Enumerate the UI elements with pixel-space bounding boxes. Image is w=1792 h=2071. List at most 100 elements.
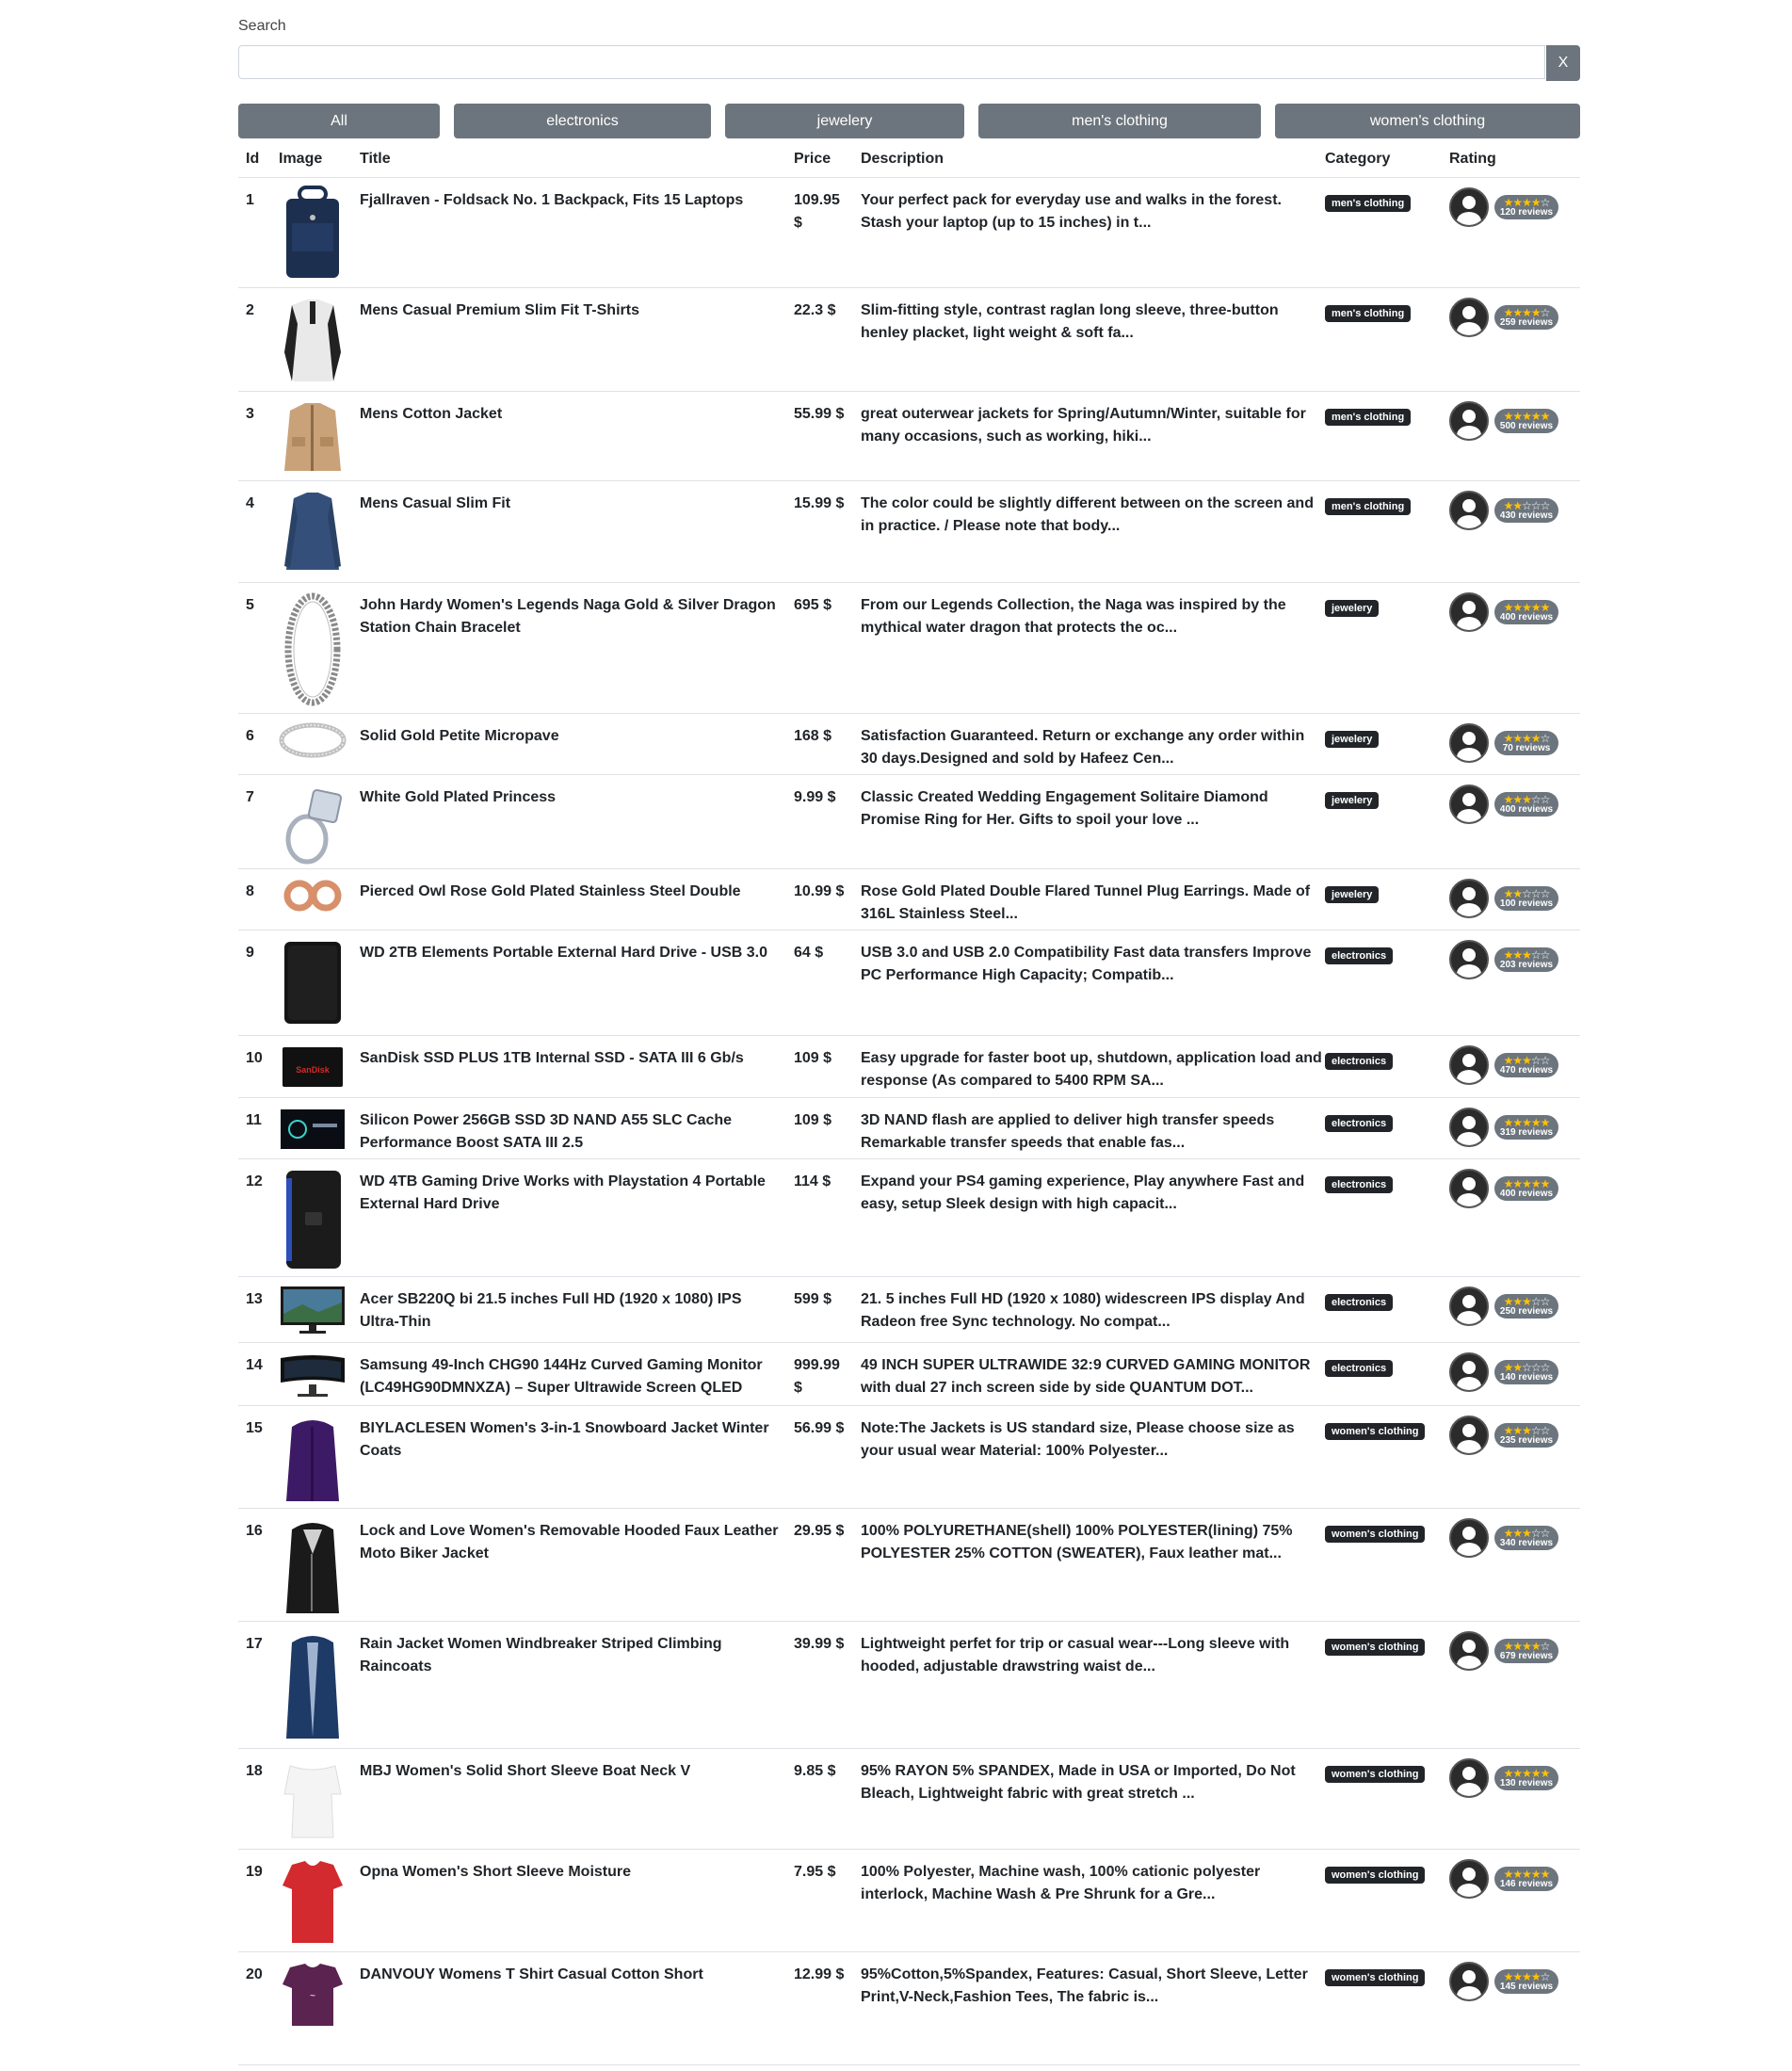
table-row[interactable]: 15 BIYLACLESEN Women's 3-in-1 Snowboard … — [238, 1405, 1580, 1509]
user-avatar-icon — [1449, 1758, 1489, 1798]
rating-cell: ★★★★★ 146 reviews — [1449, 1859, 1558, 1899]
category-badge: electronics — [1325, 1053, 1394, 1070]
star-rating: ★★☆☆☆ — [1504, 500, 1551, 511]
product-image — [279, 296, 347, 385]
review-count: 340 reviews — [1499, 1537, 1554, 1548]
product-id: 4 — [246, 495, 254, 511]
category-badge-cell: women's clothing — [1325, 1863, 1426, 1885]
star-rating: ★★★☆☆ — [1504, 794, 1551, 805]
review-count: 259 reviews — [1499, 316, 1554, 328]
table-row[interactable]: 8 Pierced Owl Rose Gold Plated Stainless… — [238, 868, 1580, 930]
table-row[interactable]: 19 Opna Women's Short Sleeve Moisture 7.… — [238, 1849, 1580, 1952]
product-image — [279, 1106, 347, 1153]
category-badge: jewelery — [1325, 792, 1380, 809]
product-price: 10.99 $ — [794, 883, 845, 899]
review-count: 203 reviews — [1499, 959, 1554, 970]
product-description: Lightweight perfet for trip or casual we… — [861, 1636, 1290, 1675]
rating-badge: ★★★★★ 319 reviews — [1494, 1115, 1558, 1140]
category-badge: electronics — [1325, 1294, 1394, 1311]
star-rating: ★★★★★ — [1504, 411, 1551, 422]
table-row[interactable]: 16 Lock and Love Women's Removable Hoode… — [238, 1508, 1580, 1622]
table-row[interactable]: 7 White Gold Plated Princess 9.99 $ Clas… — [238, 774, 1580, 869]
rating-cell: ★★☆☆☆ 100 reviews — [1449, 879, 1558, 918]
product-id: 6 — [246, 728, 254, 744]
rating-badge: ★★★★★ 500 reviews — [1494, 409, 1558, 433]
table-row[interactable]: 18 MBJ Women's Solid Short Sleeve Boat N… — [238, 1748, 1580, 1850]
product-price: 168 $ — [794, 728, 832, 744]
rating-cell: ★★★☆☆ 235 reviews — [1449, 1416, 1558, 1455]
table-row[interactable]: 2 Mens Casual Premium Slim Fit T-Shirts … — [238, 287, 1580, 392]
table-row[interactable]: 1 Fjallraven - Foldsack No. 1 Backpack, … — [238, 177, 1580, 288]
category-badge: women's clothing — [1325, 1423, 1426, 1440]
product-title: Pierced Owl Rose Gold Plated Stainless S… — [360, 883, 741, 899]
table-row[interactable]: 13 Acer SB220Q bi 21.5 inches Full HD (1… — [238, 1276, 1580, 1343]
search-bar: X — [238, 45, 1580, 81]
rating-cell: ★★★☆☆ 400 reviews — [1449, 785, 1558, 824]
product-description: Note:The Jackets is US standard size, Pl… — [861, 1420, 1295, 1459]
product-image — [279, 783, 347, 867]
product-price: 64 $ — [794, 945, 824, 961]
star-rating: ★★★★☆ — [1504, 733, 1551, 744]
column-header-id: Id — [246, 151, 260, 167]
category-badge-cell: women's clothing — [1325, 1635, 1426, 1658]
category-badge-cell: electronics — [1325, 1049, 1394, 1072]
product-image — [279, 489, 347, 574]
product-id: 15 — [246, 1420, 263, 1436]
filter-jewelery-button[interactable]: jewelery — [725, 104, 964, 138]
product-price: 109 $ — [794, 1050, 832, 1066]
category-badge: men's clothing — [1325, 195, 1412, 212]
product-description: 95% RAYON 5% SPANDEX, Made in USA or Imp… — [861, 1763, 1296, 1802]
table-row[interactable]: 14 Samsung 49-Inch CHG90 144Hz Curved Ga… — [238, 1342, 1580, 1406]
star-rating: ★★★☆☆ — [1504, 1296, 1551, 1307]
review-count: 100 reviews — [1499, 898, 1554, 909]
star-rating: ★★★★★ — [1504, 602, 1551, 613]
table-row[interactable]: 6 Solid Gold Petite Micropave 168 $ Sati… — [238, 713, 1580, 775]
search-input[interactable] — [238, 45, 1545, 79]
category-badge: men's clothing — [1325, 409, 1412, 426]
filter-mens-clothing-button[interactable]: men's clothing — [978, 104, 1261, 138]
table-row[interactable]: 9 WD 2TB Elements Portable External Hard… — [238, 930, 1580, 1036]
rating-badge: ★★★★★ 146 reviews — [1494, 1867, 1558, 1891]
rating-badge: ★★★☆☆ 470 reviews — [1494, 1053, 1558, 1077]
table-row[interactable]: 12 WD 4TB Gaming Drive Works with Playst… — [238, 1158, 1580, 1277]
product-price: 695 $ — [794, 597, 832, 613]
column-header-title: Title — [360, 151, 391, 167]
product-price: 15.99 $ — [794, 495, 845, 511]
table-row[interactable]: 10 SanDisk SanDisk SSD PLUS 1TB Internal… — [238, 1035, 1580, 1098]
review-count: 120 reviews — [1499, 206, 1554, 218]
product-title: MBJ Women's Solid Short Sleeve Boat Neck… — [360, 1763, 691, 1779]
product-image — [279, 591, 347, 708]
category-badge-cell: men's clothing — [1325, 405, 1412, 428]
product-title: Rain Jacket Women Windbreaker Striped Cl… — [360, 1636, 722, 1675]
product-price: 22.3 $ — [794, 302, 836, 318]
table-row[interactable]: 20 ~ DANVOUY Womens T Shirt Casual Cotto… — [238, 1951, 1580, 2065]
product-price: 599 $ — [794, 1291, 832, 1307]
review-count: 470 reviews — [1499, 1064, 1554, 1076]
product-title: John Hardy Women's Legends Naga Gold & S… — [360, 597, 776, 636]
clear-search-button[interactable]: X — [1546, 45, 1580, 81]
star-rating: ★★★★☆ — [1504, 307, 1551, 318]
rating-badge: ★★★★☆ 259 reviews — [1494, 305, 1558, 330]
category-badge: men's clothing — [1325, 305, 1412, 322]
product-image — [279, 186, 347, 280]
product-id: 14 — [246, 1357, 263, 1373]
table-row[interactable]: 3 Mens Cotton Jacket 55.99 $ great outer… — [238, 391, 1580, 481]
table-row[interactable]: 4 Mens Casual Slim Fit 15.99 $ The color… — [238, 480, 1580, 583]
product-description: USB 3.0 and USB 2.0 Compatibility Fast d… — [861, 945, 1312, 983]
product-id: 1 — [246, 192, 254, 208]
category-badge: electronics — [1325, 947, 1394, 964]
filter-womens-clothing-button[interactable]: women's clothing — [1275, 104, 1580, 138]
product-description: Slim-fitting style, contrast raglan long… — [861, 302, 1279, 341]
category-badge: electronics — [1325, 1115, 1394, 1132]
rating-badge: ★★★☆☆ 400 reviews — [1494, 792, 1558, 817]
filter-all-button[interactable]: All — [238, 104, 440, 138]
table-row[interactable]: 11 Silicon Power 256GB SSD 3D NAND A55 S… — [238, 1097, 1580, 1159]
product-description: great outerwear jackets for Spring/Autum… — [861, 406, 1306, 445]
filter-electronics-button[interactable]: electronics — [454, 104, 711, 138]
product-id: 3 — [246, 406, 254, 422]
product-description: Classic Created Wedding Engagement Solit… — [861, 789, 1268, 828]
table-row[interactable]: 17 Rain Jacket Women Windbreaker Striped… — [238, 1621, 1580, 1749]
review-count: 400 reviews — [1499, 803, 1554, 815]
table-row[interactable]: 5 John Hardy Women's Legends Naga Gold &… — [238, 582, 1580, 714]
rating-cell: ★★★★☆ 259 reviews — [1449, 298, 1558, 337]
